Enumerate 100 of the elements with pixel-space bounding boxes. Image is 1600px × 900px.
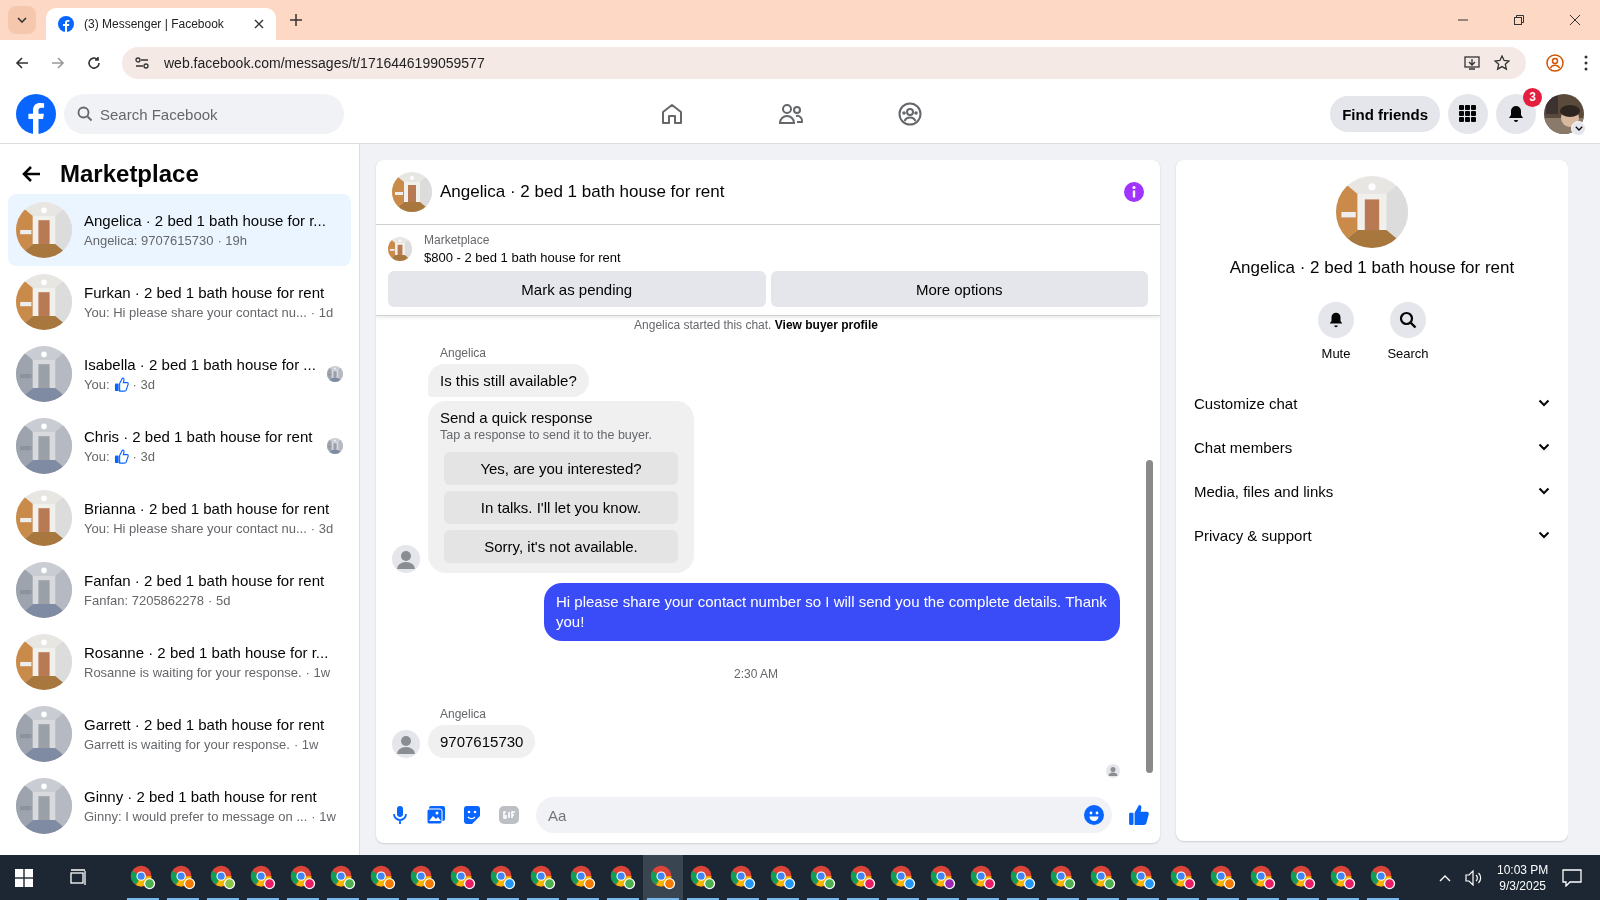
browser-icon xyxy=(648,863,678,892)
conversation-title: Brianna · 2 bed 1 bath house for rent xyxy=(84,500,331,517)
search-icon xyxy=(77,106,93,122)
browser-icon xyxy=(168,863,198,892)
address-field[interactable]: web.facebook.com/messages/t/1716446199059577 xyxy=(122,46,1526,79)
back-icon[interactable] xyxy=(14,54,30,71)
find-friends-button[interactable]: Find friends xyxy=(1330,96,1440,132)
browser-icon xyxy=(448,863,478,892)
site-settings-icon[interactable] xyxy=(134,54,150,71)
browser-icon xyxy=(1128,863,1158,892)
section-title: Marketplace xyxy=(60,160,199,188)
browser-icon xyxy=(408,863,438,892)
quick-reply-button[interactable]: Sorry, it's not available. xyxy=(444,530,678,563)
message-time: · 5d xyxy=(208,593,231,608)
chat-started-note: Angelica started this chat. xyxy=(634,318,772,332)
notifications-button[interactable] xyxy=(1496,94,1536,134)
conversation-item[interactable]: Angelica · 2 bed 1 bath house for r... Angelica: 9707615730 · 19h xyxy=(8,194,351,266)
volume-icon[interactable] xyxy=(1465,869,1483,886)
groups-icon[interactable] xyxy=(898,102,922,126)
search-icon xyxy=(1399,311,1417,329)
browser-icon xyxy=(608,863,638,892)
clock-date[interactable]: 9/3/2025 xyxy=(1499,877,1547,894)
new-tab-icon[interactable] xyxy=(290,14,302,26)
message-time: · 1w xyxy=(293,737,319,752)
profile-icon[interactable] xyxy=(1546,53,1564,72)
timestamp: 2:30 AM xyxy=(734,667,778,681)
like-icon[interactable] xyxy=(1128,804,1150,826)
browser-icon xyxy=(328,863,358,892)
details-section[interactable]: Chat members xyxy=(1192,425,1552,469)
browser-icon xyxy=(888,863,918,892)
forward-icon[interactable] xyxy=(50,54,66,71)
chevron-up-icon[interactable] xyxy=(1439,873,1451,882)
conversation-title: Angelica · 2 bed 1 bath house for r... xyxy=(84,212,327,229)
browser-tab[interactable]: (3) Messenger | Facebook xyxy=(46,8,276,40)
account-menu-button[interactable] xyxy=(1571,121,1586,136)
message-time: · 3d xyxy=(132,377,155,392)
message-preview: Garrett is waiting for your response. xyxy=(84,737,290,752)
conversation-item[interactable]: Garrett · 2 bed 1 bath house for rent Garrett is waiting for your response. · 1w xyxy=(8,698,351,770)
home-icon[interactable] xyxy=(660,102,684,126)
sender-name: Angelica xyxy=(440,346,488,360)
menu-button[interactable] xyxy=(1448,94,1488,134)
buyer-profile-link[interactable]: View buyer profile xyxy=(774,318,878,332)
conversation-item[interactable]: Brianna · 2 bed 1 bath house for rent You: Hi please share your contact nu... · 3d xyxy=(8,482,351,554)
message-time: · 3d xyxy=(310,521,334,536)
back-arrow-icon[interactable] xyxy=(22,164,42,184)
conversation-item[interactable]: Furkan · 2 bed 1 bath house for rent You: Hi please share your contact nu... · 1d xyxy=(8,266,351,338)
windows-start-icon[interactable] xyxy=(15,868,33,887)
menu-icon[interactable] xyxy=(1584,54,1588,71)
search-field[interactable]: Search Facebook xyxy=(64,94,344,134)
mute-button[interactable] xyxy=(1318,302,1354,338)
reload-icon[interactable] xyxy=(86,54,102,71)
browser-icon xyxy=(688,863,718,892)
browser-icon xyxy=(368,863,398,892)
bell-icon xyxy=(1327,311,1345,329)
quick-reply-button[interactable]: In talks. I'll let you know. xyxy=(444,491,678,524)
quick-reply-button[interactable]: Yes, are you interested? xyxy=(444,452,678,485)
message-bubble: Is this still available? xyxy=(428,364,589,397)
details-section[interactable]: Privacy & support xyxy=(1192,513,1552,557)
chevron-down-icon xyxy=(1574,126,1583,131)
emoji-icon[interactable] xyxy=(1084,805,1104,825)
message-preview: You: Hi please share your contact nu... xyxy=(84,521,307,536)
tab-search-button[interactable] xyxy=(8,6,36,34)
action-label: Mute xyxy=(1321,346,1351,361)
message-preview: Fanfan: 7205862278 xyxy=(84,593,204,608)
listing-action-button[interactable]: Mark as pending xyxy=(388,271,766,307)
chat-title: Angelica · 2 bed 1 bath house for rent xyxy=(440,182,725,202)
browser-icon xyxy=(808,863,838,892)
conversation-item[interactable]: Isabella · 2 bed 1 bath house for ... You: · 3d xyxy=(8,338,351,410)
notification-center-icon[interactable] xyxy=(1562,868,1583,887)
message-input-field[interactable]: Aa xyxy=(536,797,1112,833)
info-icon[interactable] xyxy=(1124,182,1144,202)
message-time: · 1w xyxy=(311,809,336,824)
message-bubble: 9707615730 xyxy=(428,725,536,758)
conversation-item[interactable]: Ginny · 2 bed 1 bath house for rent Ginny: I would prefer to message on ... · 1w xyxy=(8,770,351,842)
listing-action-button[interactable]: More options xyxy=(770,271,1148,307)
microphone-icon[interactable] xyxy=(390,805,410,825)
listing-title[interactable]: $800 - 2 bed 1 bath house for rent xyxy=(424,250,621,265)
browser-icon xyxy=(488,863,518,892)
task-view-icon[interactable] xyxy=(69,868,87,887)
clock-time[interactable]: 10:03 PM xyxy=(1497,861,1549,878)
close-icon[interactable] xyxy=(254,19,264,29)
friends-icon[interactable] xyxy=(778,102,804,126)
star-icon[interactable] xyxy=(1494,54,1510,71)
conversation-item[interactable]: Fanfan · 2 bed 1 bath house for rent Fanfan: 7205862278 · 5d xyxy=(8,554,351,626)
conversation-item[interactable]: Chris · 2 bed 1 bath house for rent You: · 3d xyxy=(8,410,351,482)
search-button[interactable] xyxy=(1390,302,1426,338)
details-section[interactable]: Media, files and links xyxy=(1192,469,1552,513)
sticker-icon[interactable] xyxy=(462,805,482,825)
chevron-down-icon xyxy=(1538,443,1550,451)
restore-icon[interactable] xyxy=(1514,15,1524,25)
message-time: · 1d xyxy=(310,305,334,320)
details-section[interactable]: Customize chat xyxy=(1192,381,1552,425)
close-window-icon[interactable] xyxy=(1570,15,1580,25)
install-icon[interactable] xyxy=(1464,54,1480,71)
facebook-logo[interactable] xyxy=(16,94,56,134)
photo-icon[interactable] xyxy=(426,805,446,825)
action-label: Search xyxy=(1387,346,1429,361)
message-preview: You: xyxy=(84,377,110,392)
taskbar-app[interactable] xyxy=(643,855,683,900)
conversation-item[interactable]: Rosanne · 2 bed 1 bath house for r... Rosanne is waiting for your response. · 1w xyxy=(8,626,351,698)
